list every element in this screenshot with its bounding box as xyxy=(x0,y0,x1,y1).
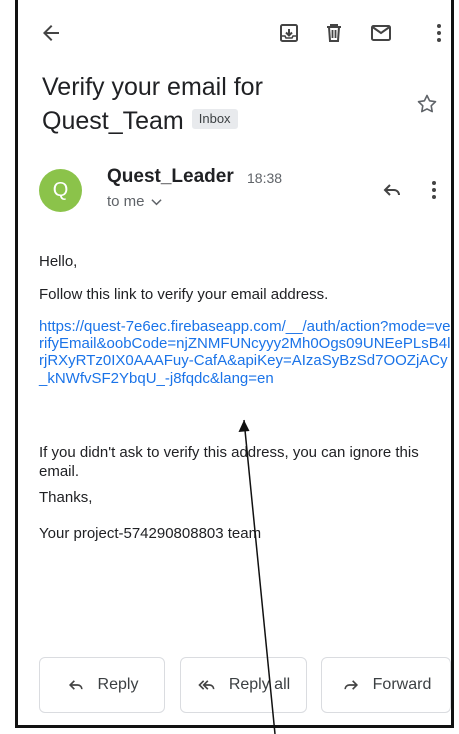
delete-icon[interactable] xyxy=(321,20,347,46)
sender-name: Quest_Leader xyxy=(107,166,234,187)
more-vert-icon[interactable] xyxy=(430,178,450,204)
forward-icon xyxy=(343,680,358,690)
top-app-bar xyxy=(18,0,451,64)
reply-all-button[interactable]: Reply all xyxy=(180,657,307,713)
avatar[interactable]: Q xyxy=(39,169,82,212)
recipient-text: to me xyxy=(107,193,145,210)
reply-button[interactable]: Reply xyxy=(39,657,165,713)
instruction-text: Follow this link to verify your email ad… xyxy=(39,286,329,303)
reply-all-icon xyxy=(198,680,215,690)
email-subject: Verify your email for Quest_Team Inbox xyxy=(42,70,392,138)
reply-icon xyxy=(68,680,83,690)
mail-icon[interactable] xyxy=(368,20,394,46)
chevron-down-icon xyxy=(150,198,162,205)
inbox-label[interactable]: Inbox xyxy=(191,109,238,130)
email-view: Verify your email for Quest_Team Inbox Q … xyxy=(15,0,454,728)
greeting: Hello, xyxy=(39,253,78,270)
timestamp: 18:38 xyxy=(247,170,283,186)
reply-icon[interactable] xyxy=(380,178,406,204)
ignore-note: If you didn't ask to verify this address… xyxy=(39,444,419,480)
reply-all-label: Reply all xyxy=(228,676,291,693)
forward-button[interactable]: Forward xyxy=(321,657,451,713)
recipient-details[interactable]: to me xyxy=(107,193,162,210)
verification-link[interactable]: https://quest-7e6ec.firebaseapp.com/__/a… xyxy=(39,318,451,387)
forward-label: Forward xyxy=(372,676,432,693)
back-arrow-icon[interactable] xyxy=(38,20,64,46)
archive-icon[interactable] xyxy=(276,20,302,46)
more-vert-icon[interactable] xyxy=(432,20,446,46)
signature: Your project-574290808803 team xyxy=(39,525,262,542)
thanks-text: Thanks, xyxy=(39,489,93,506)
star-icon[interactable] xyxy=(415,92,441,118)
reply-label: Reply xyxy=(97,676,139,693)
